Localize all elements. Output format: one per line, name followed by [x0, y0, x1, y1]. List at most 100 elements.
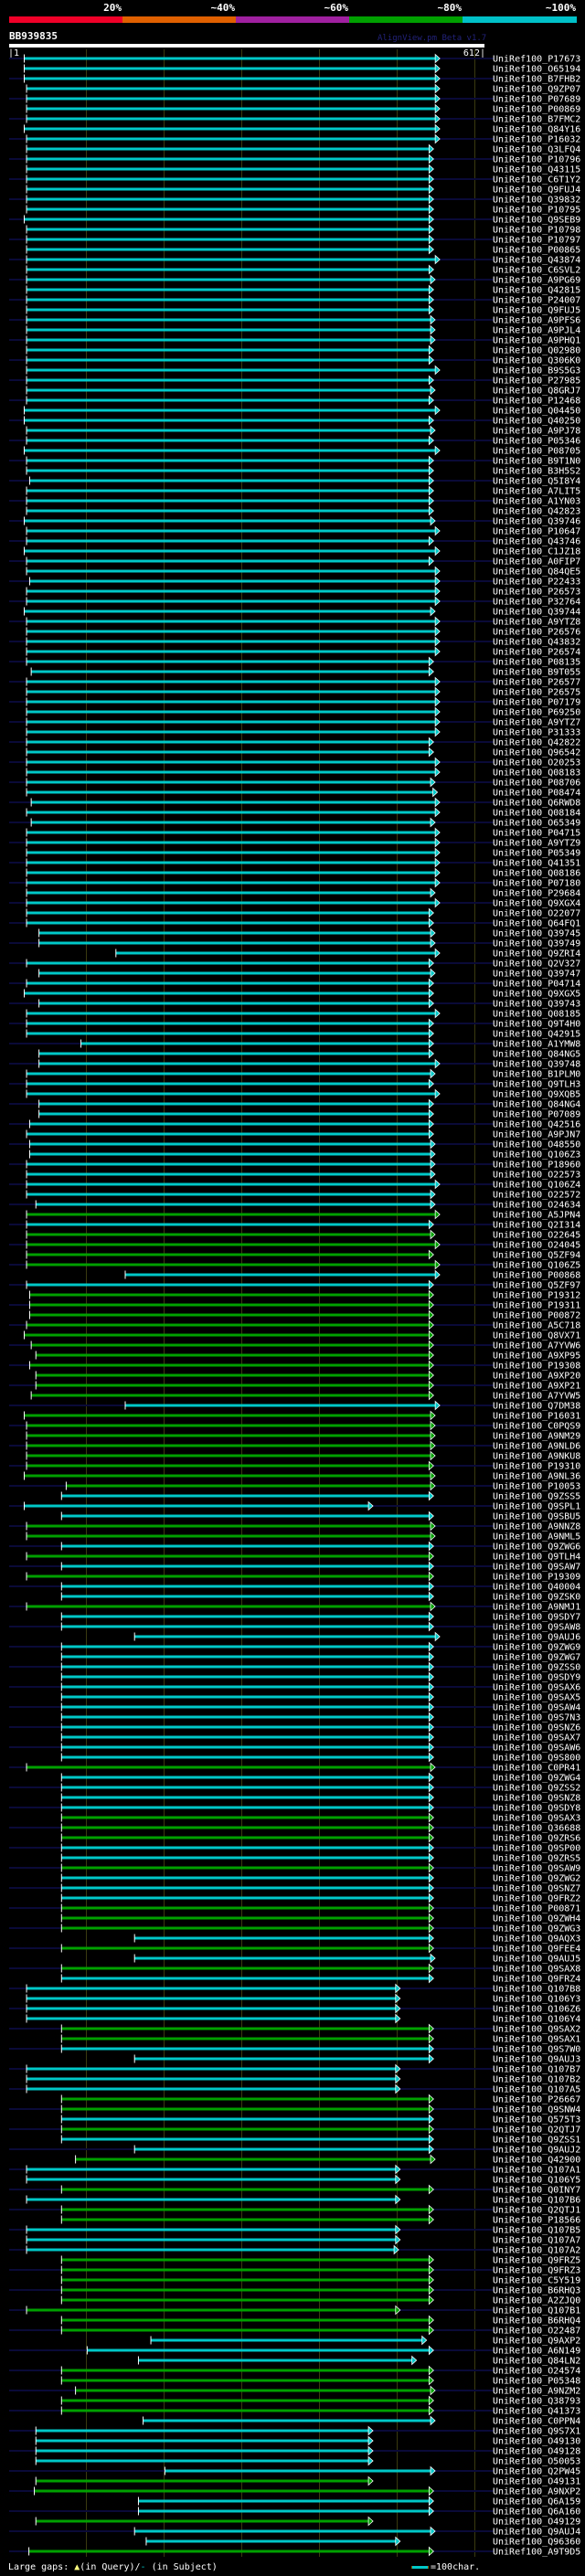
hit-label[interactable]: UniRef100_Q9XGX4	[493, 899, 580, 909]
alignment-row[interactable]: UniRef100_Q5I8Y4	[9, 475, 580, 487]
hit-label[interactable]: UniRef100_Q9ZSK0	[493, 1593, 580, 1603]
hit-label[interactable]: UniRef100_Q36688	[493, 1824, 580, 1834]
hit-label[interactable]: UniRef100_Q38793	[493, 2397, 580, 2407]
alignment-row[interactable]: UniRef100_Q9ZWG9	[9, 1641, 580, 1653]
alignment-row[interactable]: UniRef100_Q9XQB5	[26, 1088, 580, 1100]
alignment-row[interactable]: UniRef100_Q9SNZ6	[9, 1722, 580, 1733]
hit-label[interactable]: UniRef100_Q9XGX5	[493, 990, 580, 1000]
alignment-row[interactable]: UniRef100_P26574	[26, 646, 580, 658]
hit-label[interactable]: UniRef100_Q9SAX1	[493, 2035, 580, 2045]
alignment-row[interactable]: UniRef100_Q9AUJ5	[133, 1953, 580, 1965]
alignment-row[interactable]: UniRef100_Q9ZRS5	[60, 1852, 580, 1864]
alignment-row[interactable]: UniRef100_Q9SEB9	[9, 214, 580, 226]
alignment-row[interactable]: UniRef100_Q08186	[26, 867, 580, 879]
hit-label[interactable]: UniRef100_A0FIP7	[493, 557, 580, 567]
hit-label[interactable]: UniRef100_Q9S800	[493, 1754, 580, 1764]
hit-label[interactable]: UniRef100_Q84NG4	[493, 1100, 580, 1110]
alignment-row[interactable]: UniRef100_P29684	[26, 887, 580, 899]
hit-label[interactable]: UniRef100_Q2QTJ7	[493, 2125, 580, 2136]
alignment-row[interactable]: UniRef100_Q38793	[60, 2395, 580, 2407]
hit-label[interactable]: UniRef100_Q107B5	[493, 2226, 580, 2236]
alignment-row[interactable]: UniRef100_Q3LFQ4	[26, 143, 580, 155]
hit-label[interactable]: UniRef100_Q39743	[493, 1000, 580, 1010]
hit-label[interactable]: UniRef100_C0PR41	[493, 1764, 580, 1774]
alignment-row[interactable]: UniRef100_Q9SNZ8	[60, 1792, 580, 1804]
hit-label[interactable]: UniRef100_Q9ZWH4	[493, 1914, 580, 1924]
alignment-row[interactable]: UniRef100_P10797	[9, 234, 580, 246]
alignment-row[interactable]: UniRef100_Q42823	[26, 505, 580, 517]
alignment-row[interactable]: UniRef100_A2ZJQ0	[60, 2295, 580, 2306]
hit-label[interactable]: UniRef100_P24007	[493, 296, 580, 306]
hit-label[interactable]: UniRef100_P26573	[493, 588, 580, 598]
alignment-row[interactable]: UniRef100_Q9SNZ7	[9, 1882, 580, 1894]
alignment-row[interactable]: UniRef100_O50053	[35, 2455, 580, 2467]
hit-label[interactable]: UniRef100_A9NKU8	[493, 1452, 580, 1462]
hit-label[interactable]: UniRef100_Q106Y5	[493, 2176, 580, 2186]
alignment-row[interactable]: UniRef100_Q9ZRS6	[60, 1832, 580, 1844]
alignment-row[interactable]: UniRef100_Q9FUJ5	[26, 304, 580, 316]
alignment-row[interactable]: UniRef100_Q9T4H0	[9, 1018, 580, 1030]
alignment-row[interactable]: UniRef100_O49131	[35, 2475, 580, 2487]
alignment-row[interactable]: UniRef100_P26575	[26, 686, 580, 698]
alignment-row[interactable]: UniRef100_Q39748	[9, 1058, 580, 1070]
alignment-row[interactable]: UniRef100_A9NZM2	[9, 2385, 580, 2397]
hit-label[interactable]: UniRef100_Q9FRZ5	[493, 2256, 580, 2266]
hit-label[interactable]: UniRef100_P10796	[493, 155, 580, 165]
hit-label[interactable]: UniRef100_A1YN03	[493, 497, 580, 507]
hit-label[interactable]: UniRef100_P05348	[493, 2377, 580, 2387]
alignment-row[interactable]: UniRef100_P19309	[26, 1571, 580, 1583]
alignment-row[interactable]: UniRef100_P26667	[60, 2094, 580, 2105]
alignment-row[interactable]: UniRef100_Q9AUJ3	[133, 2053, 580, 2065]
alignment-row[interactable]: UniRef100_Q9AUJ2	[9, 2144, 580, 2156]
alignment-row[interactable]: UniRef100_Q36688	[9, 1822, 580, 1834]
hit-label[interactable]: UniRef100_Q106Z4	[493, 1181, 580, 1191]
hit-label[interactable]: UniRef100_Q9SBU5	[493, 1512, 580, 1522]
alignment-row[interactable]: UniRef100_P05346	[9, 435, 580, 447]
hit-label[interactable]: UniRef100_Q9ZWG2	[493, 1874, 580, 1884]
hit-label[interactable]: UniRef100_Q43874	[493, 256, 580, 266]
alignment-row[interactable]: UniRef100_A9NLD6	[9, 1440, 580, 1452]
alignment-row[interactable]: UniRef100_O48550	[9, 1139, 580, 1150]
alignment-row[interactable]: UniRef100_P19312	[28, 1289, 580, 1301]
hit-label[interactable]: UniRef100_P00872	[493, 1311, 580, 1321]
hit-label[interactable]: UniRef100_O22645	[493, 1231, 580, 1241]
alignment-row[interactable]: UniRef100_A9NL36	[24, 1470, 581, 1482]
alignment-row[interactable]: UniRef100_Q9TLH4	[26, 1551, 580, 1563]
alignment-row[interactable]: UniRef100_O24634	[9, 1199, 580, 1211]
hit-label[interactable]: UniRef100_Q08186	[493, 869, 580, 879]
alignment-row[interactable]: UniRef100_Q43115	[26, 164, 580, 175]
alignment-row[interactable]: UniRef100_A9PFS6	[9, 314, 580, 326]
alignment-row[interactable]: UniRef100_Q9S7X1	[9, 2425, 580, 2437]
alignment-row[interactable]: UniRef100_B1PLM0	[26, 1068, 580, 1080]
alignment-row[interactable]: UniRef100_O24045	[9, 1239, 580, 1251]
alignment-row[interactable]: UniRef100_Q9SAW7	[9, 1561, 580, 1573]
alignment-row[interactable]: UniRef100_O65349	[9, 817, 580, 829]
hit-label[interactable]: UniRef100_A9NML5	[493, 1532, 580, 1542]
hit-label[interactable]: UniRef100_Q39744	[493, 608, 580, 618]
alignment-row[interactable]: UniRef100_Q107B7	[9, 2063, 580, 2075]
hit-label[interactable]: UniRef100_Q9AUJ5	[493, 1955, 580, 1965]
alignment-row[interactable]: UniRef100_Q08183	[26, 767, 580, 779]
alignment-row[interactable]: UniRef100_Q9SPL1	[9, 1500, 580, 1512]
alignment-row[interactable]: UniRef100_Q42822	[9, 737, 580, 748]
alignment-row[interactable]: UniRef100_P18960	[9, 1159, 580, 1171]
hit-label[interactable]: UniRef100_Q9SAW4	[493, 1703, 580, 1713]
hit-label[interactable]: UniRef100_Q9ZWG9	[493, 1643, 580, 1653]
hit-label[interactable]: UniRef100_Q9AUJ2	[493, 2146, 580, 2156]
hit-label[interactable]: UniRef100_P19312	[493, 1291, 580, 1301]
alignment-row[interactable]: UniRef100_P18566	[60, 2214, 580, 2226]
hit-label[interactable]: UniRef100_Q84QE5	[493, 567, 580, 578]
hit-label[interactable]: UniRef100_Q42822	[493, 738, 580, 748]
alignment-row[interactable]: UniRef100_C0PR41	[9, 1762, 580, 1774]
alignment-row[interactable]: UniRef100_A9PJL4	[26, 324, 580, 336]
alignment-row[interactable]: UniRef100_P00869	[26, 103, 580, 115]
hit-label[interactable]: UniRef100_Q2V327	[493, 959, 580, 970]
alignment-row[interactable]: UniRef100_Q41373	[9, 2405, 580, 2417]
alignment-row[interactable]: UniRef100_P19311	[9, 1299, 580, 1311]
hit-label[interactable]: UniRef100_Q42915	[493, 1030, 580, 1040]
alignment-row[interactable]: UniRef100_Q84NG4	[9, 1098, 580, 1110]
alignment-row[interactable]: UniRef100_Q08184	[26, 807, 580, 819]
hit-label[interactable]: UniRef100_O49128	[493, 2447, 580, 2457]
alignment-row[interactable]: UniRef100_Q107A7	[26, 2234, 580, 2246]
alignment-row[interactable]: UniRef100_Q9SAX6	[9, 1681, 580, 1693]
